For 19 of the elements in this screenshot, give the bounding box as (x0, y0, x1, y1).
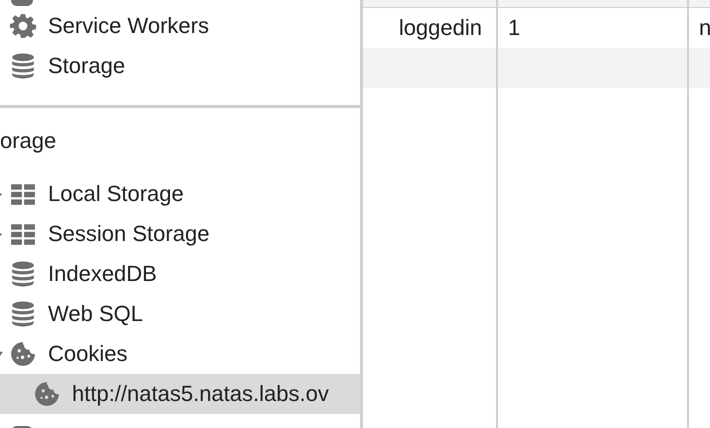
database-icon (10, 261, 36, 287)
sidebar-item[interactable]: Local Storage (0, 174, 360, 214)
cookie-icon (10, 341, 36, 367)
sidebar-item[interactable]: http://natas5.natas.labs.ov (0, 374, 360, 414)
sidebar-item[interactable]: Storage (0, 46, 360, 86)
sidebar-item[interactable]: IndexedDB (0, 254, 360, 294)
gear-icon (10, 13, 36, 39)
database-icon (10, 301, 36, 327)
table-cell: loggedin (398, 15, 482, 41)
cookie-icon (34, 381, 60, 407)
database-icon (10, 53, 36, 79)
database-icon (11, 0, 33, 6)
table-cell: n (699, 15, 710, 41)
sidebar-item[interactable]: Session Storage (0, 214, 360, 254)
section-heading: orage (0, 127, 56, 155)
sidebar-item[interactable]: Cookies (0, 334, 360, 374)
table-cell: 1 (508, 15, 520, 41)
sidebar-item[interactable]: Service Workers (0, 6, 360, 46)
sidebar-item[interactable]: Web SQL (0, 294, 360, 334)
